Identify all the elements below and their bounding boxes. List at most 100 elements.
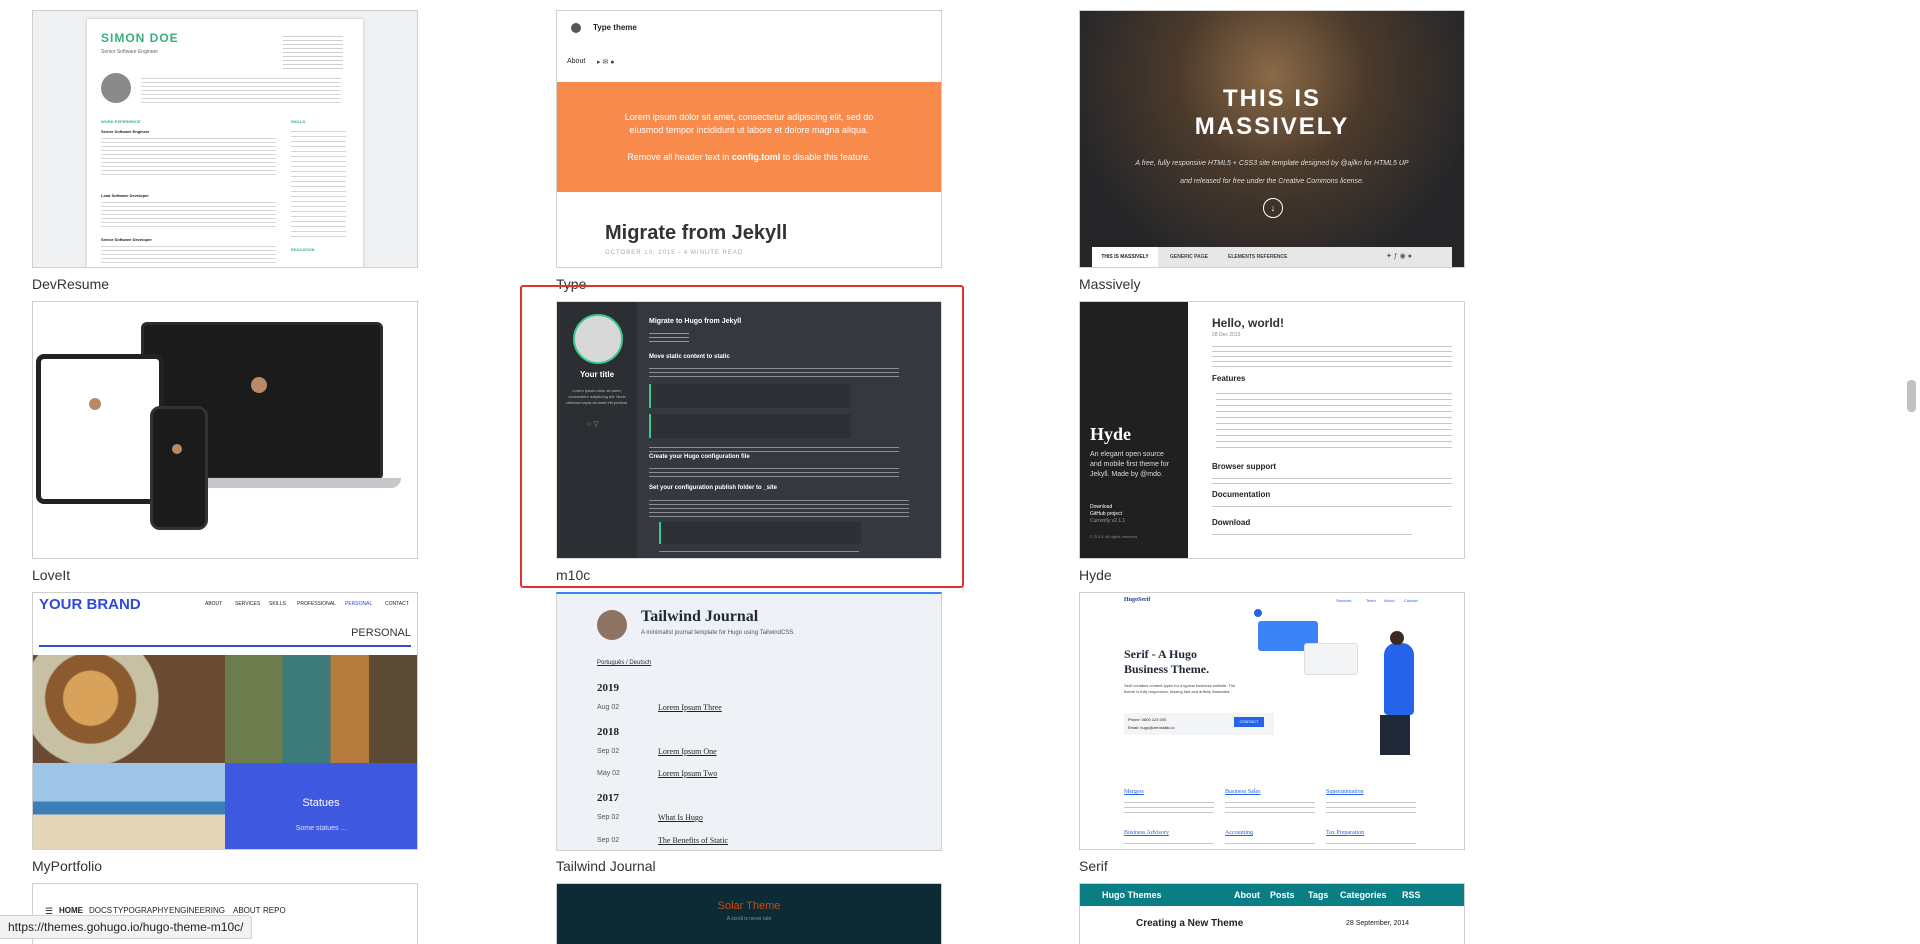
year: 2017 <box>597 792 619 804</box>
nav-item[interactable]: RSS <box>1402 890 1421 900</box>
theme-thumbnail-tailwind-journal[interactable]: Tailwind Journal A minimalist journal te… <box>556 592 942 851</box>
nav-item-active[interactable]: PERSONAL <box>345 601 372 607</box>
contact-phone: Phone: 0800 123 000 <box>1128 717 1167 722</box>
theme-card-solar[interactable]: Solar Theme A scroll is never late <box>556 883 942 944</box>
heading: Create your Hugo configuration file <box>649 454 750 460</box>
avatar <box>597 610 627 640</box>
nav-item[interactable]: Team <box>1366 598 1376 603</box>
service-link[interactable]: Business Advisory <box>1124 830 1169 836</box>
service-link[interactable]: Business Sales <box>1225 789 1261 795</box>
type-header: Type theme <box>593 23 637 32</box>
theme-card-hugo-themes[interactable]: Hugo Themes About Posts Tags Categories … <box>1079 883 1465 944</box>
tile-subtitle: Some statues ... <box>295 825 347 832</box>
nav-item[interactable]: About <box>1384 598 1394 603</box>
post-link[interactable]: The Benefits of Static <box>658 836 728 845</box>
theme-thumbnail-massively[interactable]: THIS IS MASSIVELY A free, fully responsi… <box>1079 10 1465 268</box>
nav-item-active[interactable]: HOME <box>59 906 83 915</box>
nav-item[interactable]: CONTACT <box>385 601 409 607</box>
theme-name[interactable]: MyPortfolio <box>32 858 102 874</box>
theme-thumbnail-hyde[interactable]: Hyde An elegant open source and mobile f… <box>1079 301 1465 559</box>
theme-name[interactable]: LoveIt <box>32 567 70 583</box>
tile-title: Statues <box>302 797 340 809</box>
theme-thumbnail-loveit[interactable] <box>32 301 418 559</box>
theme-card-loveit[interactable]: LoveIt <box>32 301 418 591</box>
nav-item[interactable]: TYPOGRAPHY <box>113 906 169 915</box>
nav-active-item[interactable]: THIS IS MASSIVELY <box>1092 247 1158 267</box>
serif-logo: HugoSerif <box>1124 597 1151 603</box>
theme-name[interactable]: Serif <box>1079 858 1108 874</box>
job-title: Lead Software Developer <box>101 193 149 198</box>
nav-item[interactable]: Contact <box>1404 598 1418 603</box>
theme-thumbnail-serif[interactable]: HugoSerif Services Team About Contact Se… <box>1079 592 1465 850</box>
theme-name[interactable]: m10c <box>556 567 590 583</box>
photo-food <box>33 655 225 763</box>
hyde-link[interactable]: GitHub project <box>1090 511 1122 517</box>
scroll-down-icon[interactable]: ↓ <box>1263 198 1283 218</box>
theme-thumbnail-type[interactable]: Type theme About ▸ ✉ ● Lorem ipsum dolor… <box>556 10 942 268</box>
theme-name[interactable]: Hyde <box>1079 567 1112 583</box>
theme-thumbnail-devresume[interactable]: SIMON DOE Senior Software Engineer WORK … <box>32 10 418 268</box>
post-link[interactable]: Lorem Ipsum One <box>658 747 717 756</box>
nav-item[interactable]: REPO <box>263 906 286 915</box>
job-title: Senior Software Developer <box>101 237 152 242</box>
nav-item[interactable]: DOCS <box>89 906 112 915</box>
theme-name[interactable]: Tailwind Journal <box>556 858 656 874</box>
nav-item[interactable]: SERVICES <box>235 601 260 607</box>
theme-card-type[interactable]: Type theme About ▸ ✉ ● Lorem ipsum dolor… <box>556 10 942 300</box>
phone <box>150 406 208 530</box>
post-link[interactable]: What Is Hugo <box>658 813 703 822</box>
post-link[interactable]: Lorem Ipsum Two <box>658 769 717 778</box>
code-block <box>659 522 861 544</box>
theme-thumbnail-myportfolio[interactable]: YOUR BRAND ABOUT SERVICES SKILLS PROFESS… <box>32 592 418 850</box>
theme-card-myportfolio[interactable]: YOUR BRAND ABOUT SERVICES SKILLS PROFESS… <box>32 592 418 882</box>
m10c-bio: Lorem ipsum dolor sit amet, consectetur … <box>565 388 629 405</box>
section-education: EDUCATION <box>291 247 315 252</box>
nav-item[interactable]: About <box>1234 890 1260 900</box>
heading: Browser support <box>1212 462 1277 471</box>
avatar <box>251 377 267 393</box>
theme-name[interactable]: DevResume <box>32 276 109 292</box>
service-link[interactable]: Accounting <box>1225 830 1253 836</box>
solar-title: Solar Theme <box>717 900 781 912</box>
nav-item[interactable]: Services <box>1336 598 1351 603</box>
resume-name: SIMON DOE <box>101 31 179 45</box>
nav-about: About <box>567 58 586 65</box>
nav-item[interactable]: Tags <box>1308 890 1328 900</box>
nav-item[interactable]: Posts <box>1270 890 1295 900</box>
service-link[interactable]: Tax Preparation <box>1326 830 1364 836</box>
page-scrollbar[interactable] <box>1903 0 1920 937</box>
service-link[interactable]: Superannuation <box>1326 789 1364 795</box>
theme-thumbnail-solar[interactable]: Solar Theme A scroll is never late <box>556 883 942 944</box>
hugo-brand[interactable]: Hugo Themes <box>1102 890 1162 900</box>
nav-item[interactable]: ABOUT <box>233 906 261 915</box>
post-link[interactable]: Lorem Ipsum Three <box>658 703 722 712</box>
post-date: Aug 02 <box>597 704 620 711</box>
theme-card-massively[interactable]: THIS IS MASSIVELY A free, fully responsi… <box>1079 10 1465 300</box>
contact-button[interactable]: CONTACT <box>1234 717 1264 727</box>
theme-card-tailwind-journal[interactable]: Tailwind Journal A minimalist journal te… <box>556 592 942 882</box>
nav-item[interactable]: PROFESSIONAL <box>297 601 336 607</box>
link-preview-status: https://themes.gohugo.io/hugo-theme-m10c… <box>0 915 253 939</box>
banner-text-2: Remove all header text in config.toml to… <box>627 152 871 162</box>
theme-card-devresume[interactable]: SIMON DOE Senior Software Engineer WORK … <box>32 10 418 300</box>
theme-thumbnail-m10c[interactable]: Your title Lorem ipsum dolor sit amet, c… <box>556 301 942 559</box>
language-links[interactable]: Português / Deutsch <box>597 660 651 666</box>
service-link[interactable]: Mergers <box>1124 789 1144 795</box>
nav-item[interactable]: SKILLS <box>269 601 286 607</box>
scrollbar-thumb[interactable] <box>1907 380 1916 412</box>
nav-item[interactable]: GENERIC PAGE <box>1170 247 1208 267</box>
theme-card-serif[interactable]: HugoSerif Services Team About Contact Se… <box>1079 592 1465 882</box>
theme-name[interactable]: Massively <box>1079 276 1140 292</box>
nav-item[interactable]: ELEMENTS REFERENCE <box>1228 247 1287 267</box>
nav-item[interactable]: ABOUT <box>205 601 222 607</box>
m10c-your-title: Your title <box>579 370 615 379</box>
nav-item[interactable]: Categories <box>1340 890 1387 900</box>
hyde-link[interactable]: Download <box>1090 504 1112 510</box>
post-date: Sep 02 <box>597 748 620 755</box>
nav-item[interactable]: ENGINEERING <box>169 906 225 915</box>
theme-card-hyde[interactable]: Hyde An elegant open source and mobile f… <box>1079 301 1465 591</box>
section-work-experience: WORK EXPERIENCE <box>101 119 141 124</box>
post-title: Hello, world! <box>1212 316 1284 330</box>
theme-card-m10c[interactable]: Your title Lorem ipsum dolor sit amet, c… <box>556 301 942 591</box>
theme-thumbnail-hugo-themes[interactable]: Hugo Themes About Posts Tags Categories … <box>1079 883 1465 944</box>
